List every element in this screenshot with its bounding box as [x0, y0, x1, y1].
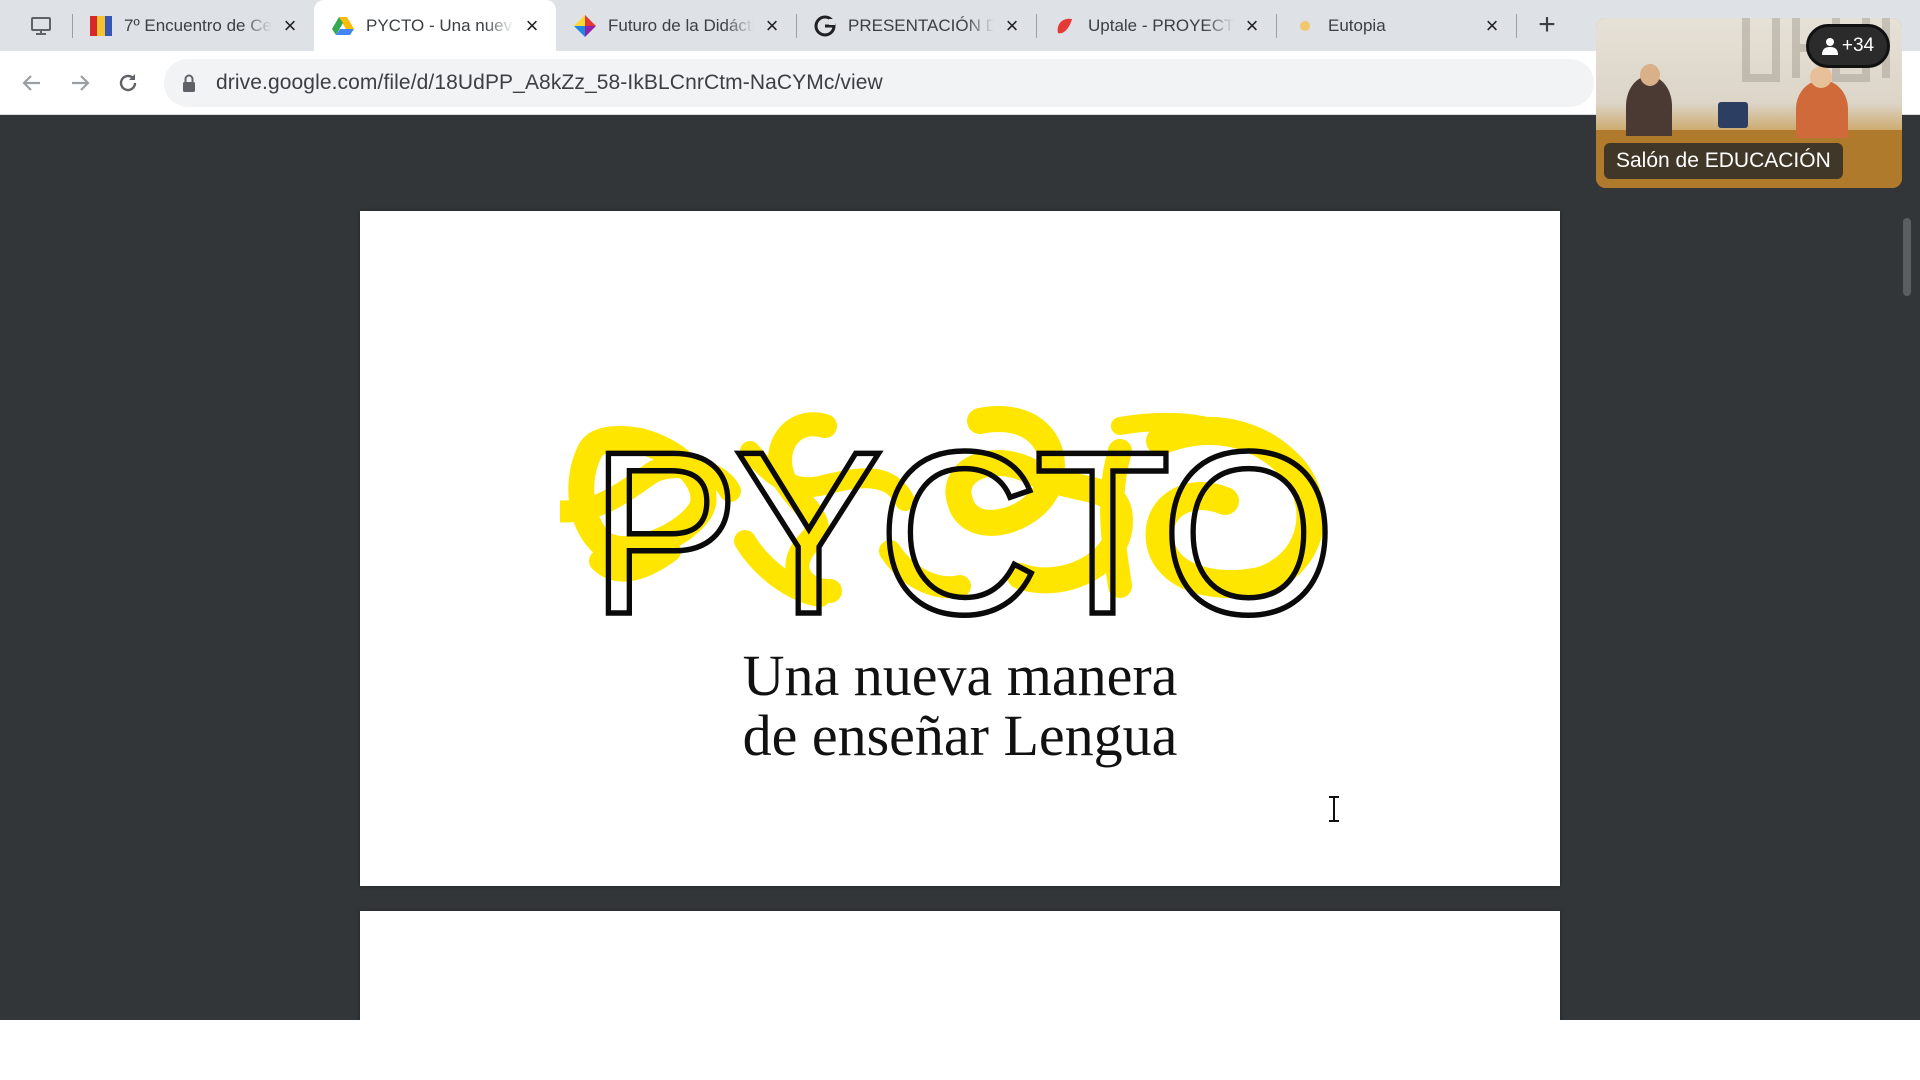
- arrow-left-icon: [22, 75, 40, 91]
- logo-text: PYCTO: [590, 404, 1330, 651]
- tab-pycto[interactable]: PYCTO - Una nueva manera ×: [314, 0, 556, 51]
- participants-badge[interactable]: +34: [1806, 24, 1890, 68]
- pycto-logo: PYCTO: [560, 401, 1339, 651]
- tab-futuro[interactable]: Futuro de la Didáctica ×: [556, 0, 796, 51]
- video-call-tile[interactable]: +34 Salón de EDUCACIÓN: [1596, 18, 1902, 188]
- lock-icon[interactable]: [180, 72, 198, 94]
- subtitle-line-2: de enseñar Lengua: [742, 703, 1178, 768]
- lectern: [1718, 102, 1748, 128]
- speaker-right-head: [1810, 66, 1832, 88]
- arrow-right-icon: [72, 75, 90, 91]
- tab-encuentro[interactable]: 7º Encuentro de Centros ×: [72, 0, 314, 51]
- tab-search-icon[interactable]: [26, 13, 56, 39]
- person-icon: [1821, 38, 1838, 55]
- reload-button[interactable]: [110, 65, 146, 101]
- close-icon[interactable]: ×: [1002, 14, 1022, 36]
- bottom-bar: [0, 1020, 1920, 1080]
- tab-title: 7º Encuentro de Centros: [124, 15, 272, 35]
- scrollbar-thumb[interactable]: [1903, 218, 1911, 296]
- tab-title: Futuro de la Didáctica: [608, 15, 754, 35]
- back-button[interactable]: [14, 65, 50, 101]
- tab-separator: [1516, 14, 1517, 38]
- tab-presentacion[interactable]: PRESENTACIÓN D ×: [796, 0, 1036, 51]
- google-g-icon: [814, 15, 836, 37]
- pinwheel-icon: [574, 14, 596, 37]
- tab-title: Uptale - PROYECTO: [1088, 15, 1234, 35]
- forward-button[interactable]: [62, 65, 98, 101]
- document-subtitle: Una nueva manera de enseñar Lengua: [360, 646, 1560, 766]
- document-page: PYCTO Una nueva manera de enseñar Lengua: [360, 211, 1560, 886]
- tab-uptale[interactable]: Uptale - PROYECTO ×: [1036, 0, 1276, 51]
- tab-title: Eutopia: [1328, 15, 1386, 35]
- url-text: drive.google.com/file/d/18UdPP_A8kZz_58-…: [216, 71, 883, 94]
- document-page-next: [360, 911, 1560, 1020]
- flag-icon: [90, 15, 112, 37]
- participants-count: +34: [1841, 35, 1875, 56]
- tab-title: PYCTO - Una nueva manera: [366, 15, 514, 35]
- close-icon[interactable]: ×: [1482, 14, 1502, 36]
- close-icon[interactable]: ×: [762, 14, 782, 36]
- speaker-left-head: [1640, 64, 1660, 86]
- room-name-label: Salón de EDUCACIÓN: [1604, 143, 1843, 179]
- eutopia-icon: [1294, 15, 1316, 37]
- tab-eutopia[interactable]: Eutopia ×: [1276, 0, 1516, 51]
- close-icon[interactable]: ×: [1242, 14, 1262, 36]
- address-bar[interactable]: drive.google.com/file/d/18UdPP_A8kZz_58-…: [164, 59, 1594, 107]
- pdf-viewer[interactable]: PYCTO Una nueva manera de enseñar Lengua: [0, 115, 1920, 1020]
- uptale-icon: [1054, 15, 1076, 37]
- reload-icon: [119, 74, 137, 92]
- new-tab-button[interactable]: +: [1532, 10, 1562, 41]
- close-icon[interactable]: ×: [280, 14, 300, 36]
- subtitle-line-1: Una nueva manera: [742, 643, 1178, 708]
- text-cursor-icon: [1329, 796, 1339, 822]
- google-drive-icon: [332, 15, 354, 37]
- tab-title: PRESENTACIÓN D: [848, 15, 994, 35]
- close-icon[interactable]: ×: [522, 14, 542, 36]
- speaker-right: [1796, 80, 1848, 138]
